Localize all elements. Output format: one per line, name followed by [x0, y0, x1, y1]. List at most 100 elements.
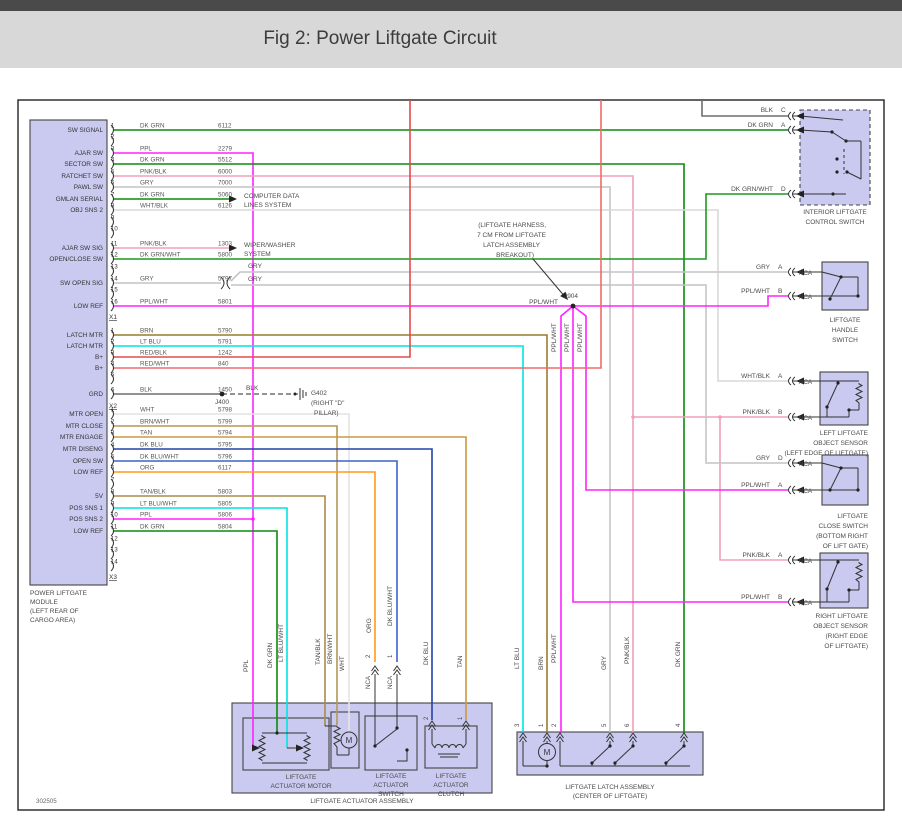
diagram-label: A [778, 264, 783, 271]
pin-number: 2 [111, 420, 115, 426]
pin-name: OPEN SW [73, 458, 104, 465]
diagram-label: BLK [761, 107, 774, 114]
wire-b-plus-1242 [113, 100, 411, 358]
diagram-label: 4 [676, 723, 682, 727]
junction-dot [373, 744, 377, 748]
pin-number: 4 [111, 362, 115, 368]
junction-dot [830, 130, 834, 134]
wire-gry-upper-branch [230, 271, 788, 282]
diagram-label: BREAKOUT) [496, 252, 534, 259]
pin-number: 7 [111, 193, 115, 199]
junction-dot [831, 192, 835, 196]
motor-label: M [346, 736, 353, 745]
pin-number: 10 [111, 513, 118, 519]
diagram-label: (LEFT REAR OF [30, 608, 79, 615]
diagram-label: ORG [366, 618, 373, 633]
diagram-label: 2 [366, 654, 372, 658]
circuit-number-tag: 5804 [218, 524, 233, 531]
diagram-label: A [781, 122, 786, 129]
diagram-label: TAN/BLK [315, 638, 322, 665]
pin-number: 12 [111, 253, 118, 259]
wire-pawl-sw-7000 [113, 186, 611, 733]
pin-name: 5V [95, 493, 104, 500]
diagram-label: PPL [243, 659, 250, 672]
circuit-number-tag: 6112 [218, 123, 232, 130]
diagram-label: OF LIFTGATE) [824, 643, 868, 650]
diagram-label: PPL/WHT [551, 634, 558, 663]
pin-number: 3 [111, 147, 115, 153]
diagram-label: ACTUATOR [373, 782, 408, 789]
wire-obj-sns-6126 [113, 209, 788, 382]
junction-dot [631, 415, 635, 419]
diagram-label: SWITCH [832, 337, 858, 344]
wire-color-tag: PNK/BLK [140, 169, 167, 176]
pin-name: SW SIGNAL [67, 127, 103, 134]
pin-number: 8 [111, 490, 115, 496]
diagram-label: 5 [602, 723, 608, 727]
diagram-label: NCA [799, 415, 813, 422]
pin-number: 15 [111, 288, 118, 294]
circuit-number-tag: 5512 [218, 157, 233, 164]
junction-dot [844, 139, 848, 143]
wire-color-tag: BRN/WHT [140, 419, 170, 426]
diagram-label: PPL/WHT [529, 299, 558, 306]
pin-number: 9 [111, 502, 115, 508]
pin-name: LOW REF [74, 303, 103, 310]
liftgate-close-switch [821, 454, 869, 506]
circuit-number-tag: 6000 [218, 169, 233, 176]
diagram-label: A [778, 373, 783, 380]
pin-number: 5 [111, 170, 115, 176]
pin-name: MTR CLOSE [66, 423, 103, 430]
pin-name: LOW REF [74, 528, 103, 535]
pin-number: 9 [111, 216, 115, 222]
wire-color-tag: WHT [140, 407, 154, 414]
diagram-label: D [781, 186, 786, 193]
circuit-number-tag: 5796 [218, 454, 233, 461]
circuit-number-tag: 5798 [218, 407, 233, 414]
pin-number: 6 [111, 466, 115, 472]
pin-number: 11 [111, 525, 118, 531]
junction-dot [835, 170, 839, 174]
wiring-diagram-page: Fig 2: Power Liftgate Circuit M M BLK C DK G… [0, 0, 902, 816]
diagram-label: NCA [799, 558, 813, 565]
junction-dot [847, 408, 851, 412]
junction-dot [395, 726, 399, 730]
pin-name: RATCHET SW [61, 173, 104, 180]
pin-number: 14 [111, 560, 118, 566]
wire-color-tag: BRN [140, 328, 154, 335]
diagram-label: 2 [552, 723, 558, 727]
junction-dot [825, 405, 829, 409]
circuit-number-tag: 2279 [218, 146, 233, 153]
diagram-label: 1 [388, 654, 394, 658]
wire-mtr-engage-5794 [113, 436, 467, 720]
wire-color-tag: PNK/BLK [140, 241, 167, 248]
pin-number: 1 [111, 124, 115, 130]
pin-number: 12 [111, 537, 118, 543]
pin-name: B+ [95, 354, 103, 361]
pin-number: 4 [111, 158, 115, 164]
junction-dot [275, 731, 279, 735]
wire-color-tag: LT BLU/WHT [140, 501, 177, 508]
diagram-label: 3 [515, 723, 521, 727]
pin-number: 6 [111, 181, 115, 187]
diagram-label: COMPUTER DATA [244, 193, 300, 200]
pin-name: B+ [95, 365, 103, 372]
pin-name: AJAR SW [75, 150, 104, 157]
diagram-label: LIFTGATE [830, 317, 861, 324]
pin-name: GMLAN SERIAL [56, 196, 104, 203]
wire-color-tag: DK GRN [140, 524, 165, 531]
diagram-label: LIFTGATE [376, 773, 407, 780]
pin-name: SECTOR SW [64, 161, 104, 168]
diagram-label: INTERIOR LIFTGATE [803, 209, 867, 216]
wire-color-tag: ORG [140, 465, 154, 472]
wire-color-tag: DK GRN/WHT [140, 252, 181, 259]
junction-dot [293, 392, 297, 396]
diagram-label: GRY [756, 455, 771, 462]
junction-dot [836, 560, 840, 564]
pin-number: 11 [111, 242, 118, 248]
junction-dot [856, 488, 860, 492]
pin-number: 3 [111, 431, 115, 437]
pin-name: OPEN/CLOSE SW [49, 256, 104, 263]
circuit-number-tag: 1303 [218, 241, 233, 248]
diagram-label: PPL/WHT [551, 323, 558, 352]
